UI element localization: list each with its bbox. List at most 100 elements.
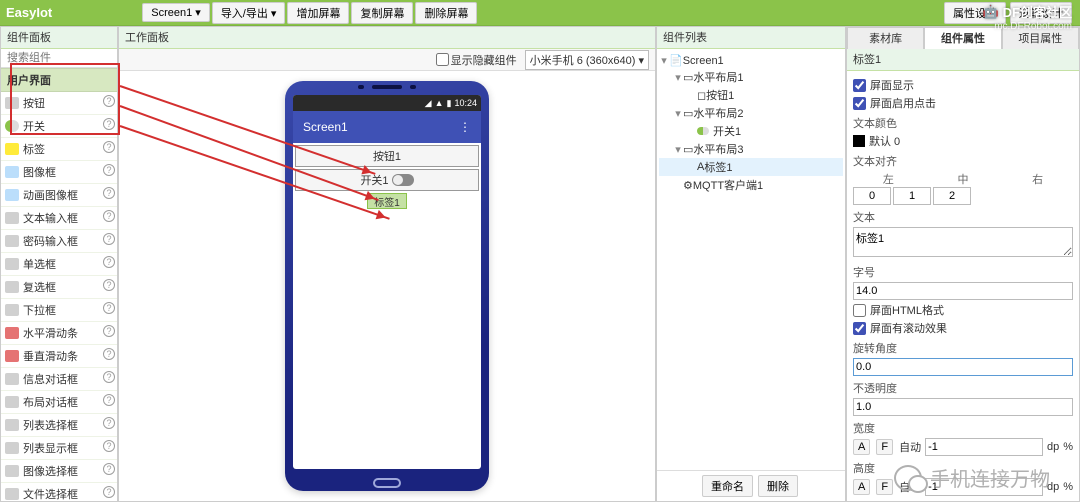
overflow-icon[interactable]: ⋮ [459,120,471,134]
prop-align-label: 文本对齐 [853,153,1073,169]
palette-search-input[interactable] [1,49,117,67]
palette-item-radio[interactable]: 单选框? [1,253,117,276]
tree-node-root[interactable]: ▾📄 Screen1 [659,53,843,68]
palette-item-image[interactable]: 图像框? [1,161,117,184]
prop-height-row: A F 自动 dp% [853,478,1073,496]
palette-item-password[interactable]: 密码输入框? [1,230,117,253]
workspace-canvas[interactable]: ◢ ▲ ▮ 10:24 Screen1 ⋮ 按钮1 开关1 标签1 [119,71,655,501]
prop-html[interactable]: 屏面HTML格式 [853,302,1073,318]
tree-node-l1[interactable]: A 标签1 [659,158,843,176]
appbar-title: Screen1 [303,120,348,134]
help-icon[interactable]: ? [103,463,115,475]
palette-item-anim[interactable]: 动画图像框? [1,184,117,207]
tree-node-b1[interactable]: ◻ 按钮1 [659,86,843,104]
height-a[interactable]: A [853,479,870,495]
component-palette-panel: 组件面板 用户界面 按钮? 开关? 标签? 图像框? 动画图像框? 文本输入框?… [0,26,118,502]
component-tree-panel: 组件列表 ▾📄 Screen1 ▾▭ 水平布局1 ◻ 按钮1 ▾▭ 水平布局2 … [656,26,846,502]
delete-screen-button[interactable]: 删除屏幕 [415,2,477,24]
help-icon[interactable]: ? [103,279,115,291]
align-center-input[interactable] [893,187,931,205]
height-f[interactable]: F [876,479,893,495]
tab-material[interactable]: 素材库 [847,27,924,49]
prop-opacity-label: 不透明度 [853,380,1073,396]
help-icon[interactable]: ? [103,118,115,130]
palette-item-label[interactable]: 标签? [1,138,117,161]
help-icon[interactable]: ? [103,210,115,222]
prop-marquee[interactable]: 屏面有滚动效果 [853,320,1073,336]
tab-project-props[interactable]: 项目属性 [1002,27,1079,49]
help-icon[interactable]: ? [103,348,115,360]
palette-item-button[interactable]: 按钮? [1,92,117,115]
workspace-title: 工作面板 [119,27,655,49]
app-content: 按钮1 开关1 标签1 [293,143,481,469]
prop-textcolor[interactable]: 默认 0 [853,133,1073,149]
device-frame: ◢ ▲ ▮ 10:24 Screen1 ⋮ 按钮1 开关1 标签1 [285,81,489,491]
tree-node-mqtt[interactable]: ⚙ MQTT客户端1 [659,176,843,194]
help-icon[interactable]: ? [103,325,115,337]
help-icon[interactable]: ? [103,417,115,429]
help-icon[interactable]: ? [103,486,115,498]
screen-select-button[interactable]: Screen1 [142,3,210,22]
help-icon[interactable]: ? [103,256,115,268]
prop-opacity-input[interactable] [853,398,1073,416]
help-icon[interactable]: ? [103,394,115,406]
prop-width-row: A F 自动 dp% [853,438,1073,456]
tree-node-s1[interactable]: 开关1 [659,122,843,140]
help-icon[interactable]: ? [103,440,115,452]
prop-rotate-label: 旋转角度 [853,340,1073,356]
palette-item-hslider[interactable]: 水平滑动条? [1,322,117,345]
help-icon[interactable]: ? [103,187,115,199]
palette-item-msgdlg[interactable]: 信息对话框? [1,368,117,391]
palette-item-textinput[interactable]: 文本输入框? [1,207,117,230]
prop-text-label: 文本 [853,209,1073,225]
logic-view-button[interactable]: 逻辑设计 [1010,2,1072,24]
prop-clickable[interactable]: 屏面启用点击 [853,95,1073,111]
tree-node-h3[interactable]: ▾▭ 水平布局3 [659,140,843,158]
help-icon[interactable]: ? [103,164,115,176]
tree-title: 组件列表 [657,27,845,49]
width-f[interactable]: F [876,439,893,455]
height-val[interactable] [925,478,1043,496]
palette-item-dropdown[interactable]: 下拉框? [1,299,117,322]
rename-button[interactable]: 重命名 [702,475,753,497]
widget-button1[interactable]: 按钮1 [295,145,479,167]
palette-item-filepicker[interactable]: 文件选择框? [1,483,117,501]
palette-item-vslider[interactable]: 垂直滑动条? [1,345,117,368]
tree-node-h1[interactable]: ▾▭ 水平布局1 [659,68,843,86]
copy-screen-button[interactable]: 复制屏幕 [351,2,413,24]
prop-visible[interactable]: 屏面显示 [853,77,1073,93]
tab-component-props[interactable]: 组件属性 [924,27,1001,49]
palette-item-listpicker[interactable]: 列表选择框? [1,414,117,437]
widget-switch1[interactable]: 开关1 [295,169,479,191]
palette-item-switch[interactable]: 开关? [1,115,117,138]
tree-node-h2[interactable]: ▾▭ 水平布局2 [659,104,843,122]
width-val[interactable] [925,438,1043,456]
palette-item-imgpicker[interactable]: 图像选择框? [1,460,117,483]
device-select[interactable]: 小米手机 6 (360x640) ▾ [525,50,649,70]
align-right-input[interactable] [933,187,971,205]
palette-item-checkbox[interactable]: 复选框? [1,276,117,299]
widget-label1[interactable]: 标签1 [367,193,407,209]
show-hidden-checkbox[interactable]: 显示隐藏组件 [436,52,517,68]
palette-item-listview[interactable]: 列表显示框? [1,437,117,460]
align-left-input[interactable] [853,187,891,205]
help-icon[interactable]: ? [103,302,115,314]
delete-button[interactable]: 删除 [758,475,798,497]
prop-height-label: 高度 [853,460,1073,476]
design-view-button[interactable]: 属性设计 [944,2,1006,24]
help-icon[interactable]: ? [103,141,115,153]
help-icon[interactable]: ? [103,371,115,383]
properties-panel: 素材库 组件属性 项目属性 标签1 屏面显示 屏面启用点击 文本颜色 默认 0 … [846,26,1080,502]
category-ui[interactable]: 用户界面 [1,68,117,92]
prop-rotate-input[interactable] [853,358,1073,376]
add-screen-button[interactable]: 增加屏幕 [287,2,349,24]
palette-item-layoutdlg[interactable]: 布局对话框? [1,391,117,414]
prop-font-input[interactable] [853,282,1073,300]
status-time: 10:24 [454,98,477,108]
help-icon[interactable]: ? [103,233,115,245]
help-icon[interactable]: ? [103,95,115,107]
import-export-button[interactable]: 导入/导出 [212,2,286,24]
brand-logo: EasyIot [6,5,52,20]
width-a[interactable]: A [853,439,870,455]
prop-text-input[interactable] [853,227,1073,257]
